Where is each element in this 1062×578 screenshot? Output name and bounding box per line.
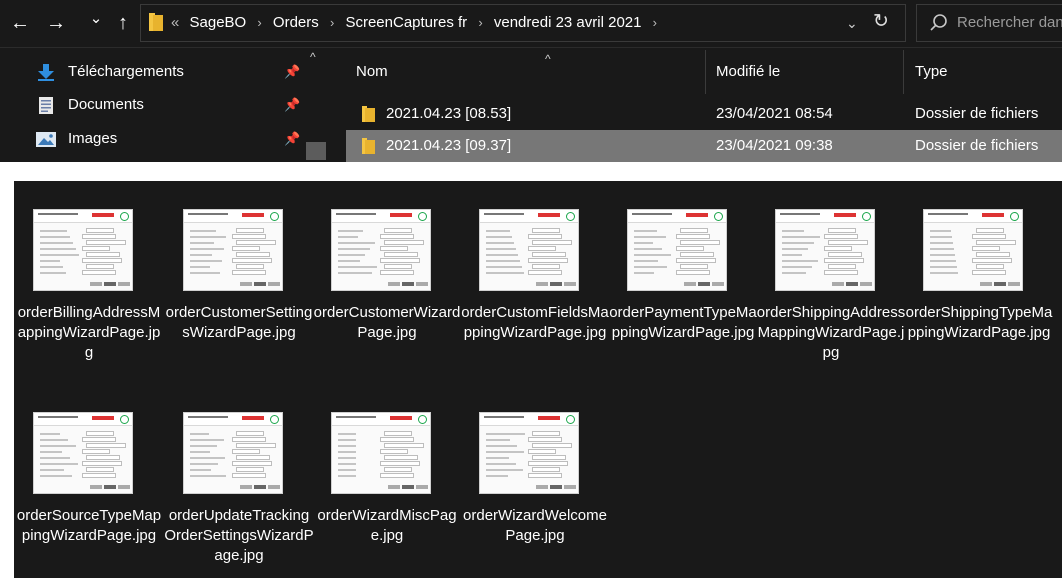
thumbnail-filename: orderWizardWelcomePage.jpg [463, 507, 607, 544]
download-icon [38, 64, 54, 81]
sidebar-item-label: Documents [68, 96, 144, 113]
column-header-modified[interactable]: Modifié le [716, 52, 780, 92]
folder-icon [149, 13, 163, 31]
up-button[interactable]: ↑ [112, 10, 134, 36]
thumbnail-item[interactable]: orderWizardMiscPage.jpg [312, 384, 462, 578]
thumbnail-filename: orderCustomerSettingsWizardPage.jpg [165, 304, 313, 341]
scroll-up-arrow[interactable]: ^ [310, 50, 316, 64]
address-toolbar: ← → ⌄ ↑ « SageBO › Orders › ScreenCaptur… [0, 0, 1062, 48]
thumbnail-filename: orderShippingTypeMappingWizardPage.jpg [905, 304, 1053, 341]
thumbnail-image [923, 209, 1023, 291]
file-name: 2021.04.23 [08.53] [386, 105, 512, 122]
documents-icon [39, 97, 53, 114]
thumbnail-image [33, 412, 133, 494]
thumbnail-item[interactable]: orderWizardWelcomePage.jpg [460, 384, 610, 578]
folder-icon [362, 138, 375, 154]
thumbnail-filename: orderUpdateTrackingOrderSettingsWizardPa… [164, 507, 314, 564]
thumbnail-image [479, 412, 579, 494]
thumbnail-filename: orderPaymentTypeMappingWizardPage.jpg [609, 304, 757, 341]
sort-ascending-icon: ^ [545, 52, 551, 66]
thumbnail-filename: orderWizardMiscPage.jpg [317, 507, 457, 544]
thumbnail-item[interactable]: orderCustomFieldsMappingWizardPage.jpg [460, 181, 610, 381]
refresh-button[interactable]: ↻ [873, 9, 889, 35]
thumbnail-item[interactable]: orderSourceTypeMappingWizardPage.jpg [14, 384, 164, 578]
scrollbar-thumb[interactable] [306, 142, 326, 160]
thumbnail-item[interactable]: orderShippingAddressMappingWizardPage.jp… [756, 181, 906, 381]
folder-icon [362, 106, 375, 122]
images-icon [36, 132, 56, 147]
file-modified: 23/04/2021 08:54 [716, 105, 833, 122]
column-header-type[interactable]: Type [915, 52, 948, 92]
file-row[interactable]: 2021.04.23 [08.53] 23/04/2021 08:54 Doss… [346, 98, 1062, 130]
navigation-pane: Téléchargements 📌 Documents 📌 Images 📌 [0, 48, 328, 162]
thumbnail-image [627, 209, 727, 291]
search-input[interactable]: Rechercher dans : [957, 5, 1062, 41]
thumbnail-image [331, 209, 431, 291]
breadcrumb-item[interactable]: Orders [273, 14, 319, 31]
sidebar-item-downloads[interactable]: Téléchargements 📌 [36, 56, 306, 88]
thumbnail-view: orderBillingAddressMappingWizardPage.jpg… [14, 181, 1062, 578]
search-icon [930, 14, 947, 31]
address-dropdown-button[interactable]: ⌄ [846, 11, 858, 35]
breadcrumb-separator[interactable]: › [653, 15, 657, 30]
file-modified: 23/04/2021 09:38 [716, 137, 833, 154]
thumbnail-image [183, 209, 283, 291]
thumbnail-image [33, 209, 133, 291]
sidebar-item-documents[interactable]: Documents 📌 [36, 89, 306, 121]
thumbnail-item[interactable]: orderCustomerSettingsWizardPage.jpg [164, 181, 314, 381]
file-row-selected[interactable]: 2021.04.23 [09.37] 23/04/2021 09:38 Doss… [346, 130, 1062, 162]
forward-button[interactable]: → [44, 10, 68, 36]
thumbnail-item[interactable]: orderUpdateTrackingOrderSettingsWizardPa… [164, 384, 314, 578]
breadcrumb-item[interactable]: ScreenCaptures fr [345, 14, 467, 31]
breadcrumb-separator[interactable]: › [478, 15, 482, 30]
thumbnail-item[interactable]: orderCustomerWizardPage.jpg [312, 181, 462, 381]
column-header-name[interactable]: Nom [356, 52, 388, 92]
thumbnail-image [331, 412, 431, 494]
search-box[interactable]: Rechercher dans : [916, 4, 1062, 42]
file-type: Dossier de fichiers [915, 105, 1039, 122]
breadcrumb-overflow[interactable]: « [171, 14, 179, 31]
breadcrumb-separator[interactable]: › [257, 15, 261, 30]
thumbnail-image [479, 209, 579, 291]
pin-icon[interactable]: 📌 [284, 123, 300, 155]
address-bar[interactable]: « SageBO › Orders › ScreenCaptures fr › … [140, 4, 906, 42]
breadcrumb: « SageBO › Orders › ScreenCaptures fr › … [171, 5, 664, 41]
sidebar-item-label: Téléchargements [68, 63, 184, 80]
thumbnail-item[interactable]: orderShippingTypeMappingWizardPage.jpg [904, 181, 1054, 381]
breadcrumb-item[interactable]: SageBO [190, 14, 247, 31]
thumbnail-filename: orderSourceTypeMappingWizardPage.jpg [16, 507, 162, 544]
recent-locations-button[interactable]: ⌄ [86, 6, 106, 32]
breadcrumb-separator[interactable]: › [330, 15, 334, 30]
file-type: Dossier de fichiers [915, 137, 1039, 154]
thumbnail-image [775, 209, 875, 291]
thumbnail-filename: orderBillingAddressMappingWizardPage.jpg [17, 304, 161, 361]
column-divider[interactable] [705, 50, 706, 94]
thumbnail-filename: orderCustomFieldsMappingWizardPage.jpg [461, 304, 609, 341]
thumbnail-item[interactable]: orderPaymentTypeMappingWizardPage.jpg [608, 181, 758, 381]
back-button[interactable]: ← [8, 10, 32, 36]
thumbnail-filename: orderShippingAddressMappingWizardPage.jp… [756, 304, 906, 361]
sidebar-item-label: Images [68, 130, 118, 147]
thumbnail-item[interactable]: orderBillingAddressMappingWizardPage.jpg [14, 181, 164, 381]
sidebar-item-images[interactable]: Images 📌 [36, 123, 306, 155]
file-explorer-window: ← → ⌄ ↑ « SageBO › Orders › ScreenCaptur… [0, 0, 1062, 162]
thumbnail-image [183, 412, 283, 494]
file-name: 2021.04.23 [09.37] [386, 137, 512, 154]
breadcrumb-item[interactable]: vendredi 23 avril 2021 [494, 14, 642, 31]
column-divider[interactable] [903, 50, 904, 94]
pin-icon[interactable]: 📌 [284, 89, 300, 121]
pin-icon[interactable]: 📌 [284, 56, 300, 88]
thumbnail-filename: orderCustomerWizardPage.jpg [313, 304, 461, 341]
